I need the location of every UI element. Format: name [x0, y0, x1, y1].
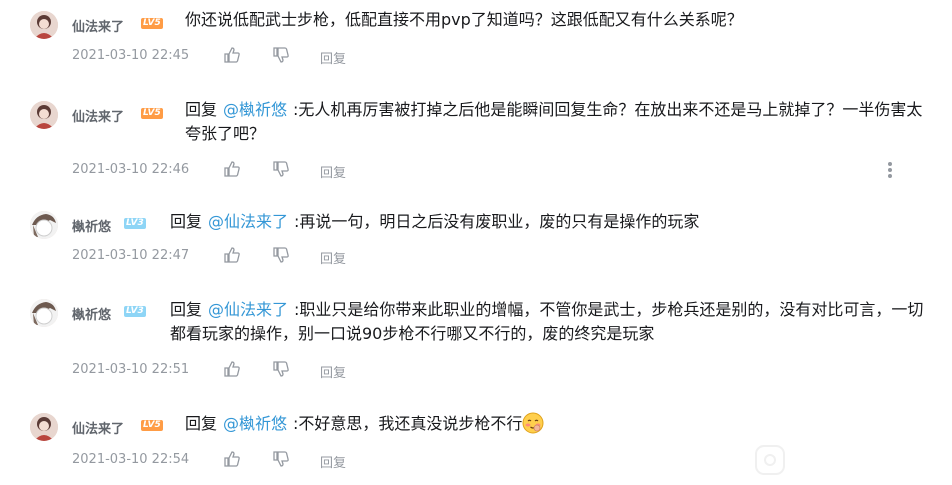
username[interactable]: 仙法来了 [72, 106, 124, 125]
level-badge: LV5 [141, 108, 163, 119]
thumb-up-icon[interactable] [223, 160, 241, 178]
mention-link[interactable]: @仙法来了 [208, 212, 288, 231]
avatar[interactable] [30, 101, 58, 129]
thumb-down-icon[interactable] [272, 360, 290, 378]
thumb-down-icon[interactable] [272, 46, 290, 64]
comment-text: 回复 @仙法来了 :再说一句，明日之后没有废职业，废的只有是操作的玩家 [170, 210, 915, 234]
thumb-up-icon[interactable] [223, 450, 241, 468]
avatar[interactable] [30, 11, 58, 39]
username[interactable]: 槸祈悠 [72, 216, 111, 235]
thumb-up-icon[interactable] [223, 246, 241, 264]
comment-text: 回复 @仙法来了:职业只是给你带来此职业的增幅，不管你是武士，步枪兵还是别的，没有… [170, 298, 930, 346]
comment-text: 回复 @槸祈悠 :不好意思，我还真没说步枪不行 [185, 412, 930, 436]
thumb-up-icon[interactable] [223, 46, 241, 64]
username[interactable]: 仙法来了 [72, 16, 124, 35]
thumb-up-icon[interactable] [223, 360, 241, 378]
thumb-down-icon[interactable] [272, 246, 290, 264]
timestamp: 2021-03-10 22:45 [72, 48, 190, 63]
reply-button[interactable]: 回复 [320, 248, 346, 267]
reply-prefix: 回复 [185, 100, 218, 119]
mention-link[interactable]: @槸祈悠 [223, 100, 287, 119]
reply-button[interactable]: 回复 [320, 48, 346, 67]
comment-body: :无人机再厉害被打掉之后他是能瞬间回复生命？在放出来不还是马上就掉了？一半伤害太… [185, 100, 923, 143]
level-badge: LV3 [124, 306, 146, 317]
avatar[interactable] [30, 211, 58, 239]
reply-prefix: 回复 [170, 300, 203, 319]
thumb-down-icon[interactable] [272, 160, 290, 178]
level-badge: LV3 [124, 218, 146, 229]
reply-prefix: 回复 [185, 414, 218, 433]
more-vertical-icon[interactable] [885, 160, 895, 180]
timestamp: 2021-03-10 22:54 [72, 452, 190, 467]
thumb-down-icon[interactable] [272, 450, 290, 468]
avatar[interactable] [30, 299, 58, 327]
comment-body: :不好意思，我还真没说步枪不行 [293, 414, 523, 433]
comment-text: 回复 @槸祈悠:无人机再厉害被打掉之后他是能瞬间回复生命？在放出来不还是马上就掉了… [185, 98, 930, 146]
username[interactable]: 仙法来了 [72, 418, 124, 437]
level-badge: LV5 [141, 18, 163, 29]
reply-button[interactable]: 回复 [320, 162, 346, 181]
username[interactable]: 槸祈悠 [72, 304, 111, 323]
reply-button[interactable]: 回复 [320, 362, 346, 381]
blushing-emoji-icon [522, 412, 544, 434]
mention-link[interactable]: @槸祈悠 [223, 414, 287, 433]
timestamp: 2021-03-10 22:47 [72, 248, 190, 263]
timestamp: 2021-03-10 22:46 [72, 162, 190, 177]
timestamp: 2021-03-10 22:51 [72, 362, 190, 377]
level-badge: LV5 [141, 420, 163, 431]
comment-text: 你还说低配武士步枪，低配直接不用pvp了知道吗？这跟低配又有什么关系呢？ [185, 8, 930, 32]
watermark-icon [752, 442, 788, 478]
reply-prefix: 回复 [170, 212, 203, 231]
mention-link[interactable]: @仙法来了 [208, 300, 288, 319]
comment-body: 你还说低配武士步枪，低配直接不用pvp了知道吗？这跟低配又有什么关系呢？ [185, 10, 743, 29]
comment-body: :再说一句，明日之后没有废职业，废的只有是操作的玩家 [294, 212, 700, 231]
avatar[interactable] [30, 413, 58, 441]
reply-button[interactable]: 回复 [320, 452, 346, 471]
